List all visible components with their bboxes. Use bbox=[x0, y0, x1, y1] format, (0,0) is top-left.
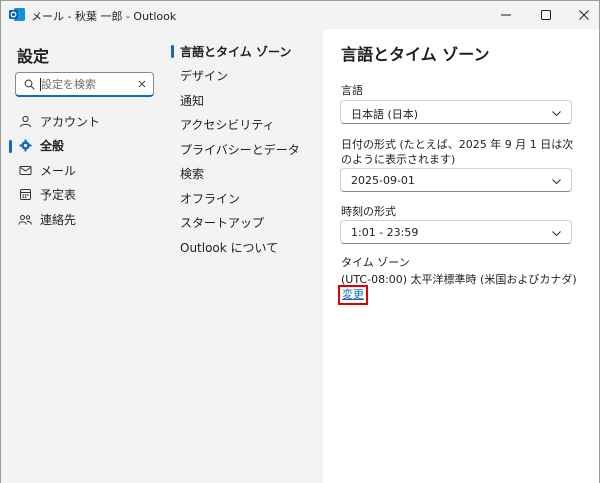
minimize-icon bbox=[501, 14, 511, 16]
subnav-item-accessibility[interactable]: アクセシビリティ bbox=[168, 113, 323, 138]
subnav-item-search[interactable]: 検索 bbox=[168, 162, 323, 187]
close-icon bbox=[579, 10, 589, 20]
date-format-dropdown[interactable]: 2025-09-01 bbox=[340, 168, 572, 192]
change-time-zone-link[interactable]: 変更 bbox=[338, 285, 368, 305]
nav-item-label: メール bbox=[40, 163, 77, 178]
maximize-icon bbox=[541, 10, 551, 20]
subnav-item-language-timezone[interactable]: 言語とタイム ゾーン bbox=[168, 39, 323, 64]
calendar-icon bbox=[18, 188, 32, 202]
subnav-item-about-outlook[interactable]: Outlook について bbox=[168, 235, 323, 260]
time-format-label: 時刻の形式 bbox=[341, 205, 396, 218]
clear-search-icon[interactable] bbox=[136, 78, 148, 90]
date-format-label: 日付の形式 (たとえば、2025 年 9 月 1 日は次のように表示されます) bbox=[341, 138, 574, 166]
panel-title: 言語とタイム ゾーン bbox=[341, 45, 490, 64]
mail-icon bbox=[18, 163, 32, 177]
window-title: メール - 秋葉 一郎 - Outlook bbox=[31, 10, 177, 23]
language-label: 言語 bbox=[341, 84, 363, 97]
people-icon bbox=[18, 212, 32, 226]
settings-sidebar: 設定 アカウント 全般 bbox=[1, 29, 168, 483]
person-icon bbox=[18, 114, 32, 128]
settings-title: 設定 bbox=[17, 47, 50, 66]
settings-search-box[interactable] bbox=[15, 72, 154, 97]
settings-nav: アカウント 全般 メール 予定表 連絡先 bbox=[1, 109, 168, 232]
time-zone-label: タイム ゾーン bbox=[341, 256, 410, 269]
nav-item-mail[interactable]: メール bbox=[1, 158, 168, 183]
subnav-item-startup[interactable]: スタートアップ bbox=[168, 211, 323, 236]
subnav-item-appearance[interactable]: デザイン bbox=[168, 64, 323, 89]
nav-item-label: 連絡先 bbox=[40, 212, 77, 227]
subnav-item-privacy-data[interactable]: プライバシーとデータ bbox=[168, 137, 323, 162]
time-zone-value: (UTC-08:00) 太平洋標準時 (米国およびカナダ) bbox=[341, 273, 577, 286]
close-window-button[interactable] bbox=[561, 1, 600, 29]
nav-item-label: アカウント bbox=[40, 114, 101, 129]
outlook-icon bbox=[9, 8, 25, 21]
chevron-down-icon bbox=[552, 179, 561, 185]
gear-icon bbox=[18, 139, 32, 153]
nav-item-accounts[interactable]: アカウント bbox=[1, 109, 168, 134]
subnav-item-notifications[interactable]: 通知 bbox=[168, 88, 323, 113]
nav-item-contacts[interactable]: 連絡先 bbox=[1, 207, 168, 232]
subnav-item-offline[interactable]: オフライン bbox=[168, 186, 323, 211]
language-dropdown[interactable]: 日本語 (日本) bbox=[340, 100, 572, 124]
nav-item-label: 予定表 bbox=[40, 188, 77, 203]
chevron-down-icon bbox=[552, 231, 561, 237]
nav-item-label: 全般 bbox=[40, 139, 65, 154]
title-bar: メール - 秋葉 一郎 - Outlook bbox=[1, 1, 599, 29]
search-input[interactable] bbox=[41, 75, 136, 94]
time-format-value: 1:01 - 23:59 bbox=[351, 226, 419, 239]
nav-item-general[interactable]: 全般 bbox=[1, 134, 168, 159]
date-format-value: 2025-09-01 bbox=[351, 174, 415, 187]
search-icon bbox=[24, 79, 35, 90]
time-format-dropdown[interactable]: 1:01 - 23:59 bbox=[340, 220, 572, 244]
language-value: 日本語 (日本) bbox=[351, 108, 419, 121]
nav-item-calendar[interactable]: 予定表 bbox=[1, 183, 168, 208]
settings-content-panel: 言語とタイム ゾーン 言語 日本語 (日本) 日付の形式 (たとえば、2025 … bbox=[323, 29, 599, 483]
chevron-down-icon bbox=[552, 111, 561, 117]
outlook-window: メール - 秋葉 一郎 - Outlook 設定 設定を検索 アカウント 全般 … bbox=[0, 0, 600, 483]
general-subnav: 言語とタイム ゾーン デザイン 通知 アクセシビリティ プライバシーとデータ 検… bbox=[168, 29, 323, 483]
